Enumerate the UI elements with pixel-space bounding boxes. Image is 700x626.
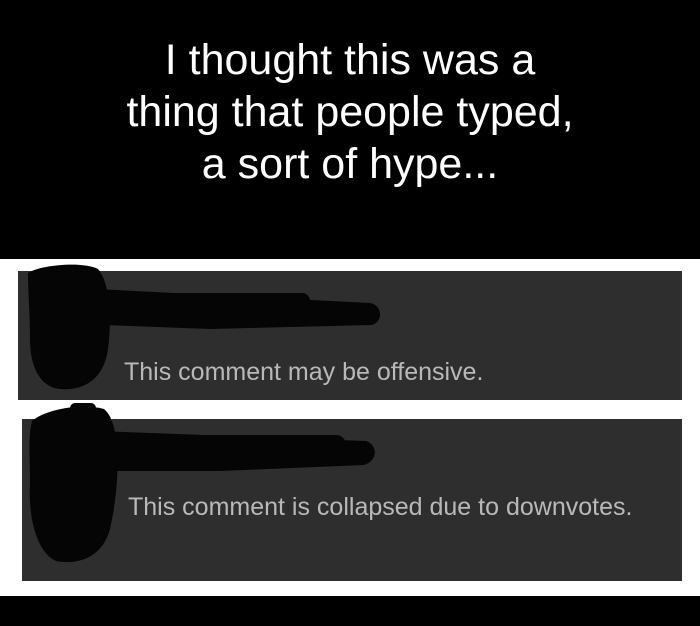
caption-line-1: I thought this was a — [164, 36, 536, 84]
caption-line-3: a sort of hype... — [201, 140, 499, 188]
redaction-scribble-comment-1 — [28, 264, 381, 390]
caption-line-2: thing that people typed, — [126, 88, 574, 136]
meme-caption: I thought this was a thing that people t… — [0, 34, 700, 190]
redaction-scribbles — [28, 264, 381, 563]
redaction-scribble-comment-2 — [29, 403, 375, 563]
comments-screenshot: This comment may be offensive. This comm… — [0, 259, 700, 596]
